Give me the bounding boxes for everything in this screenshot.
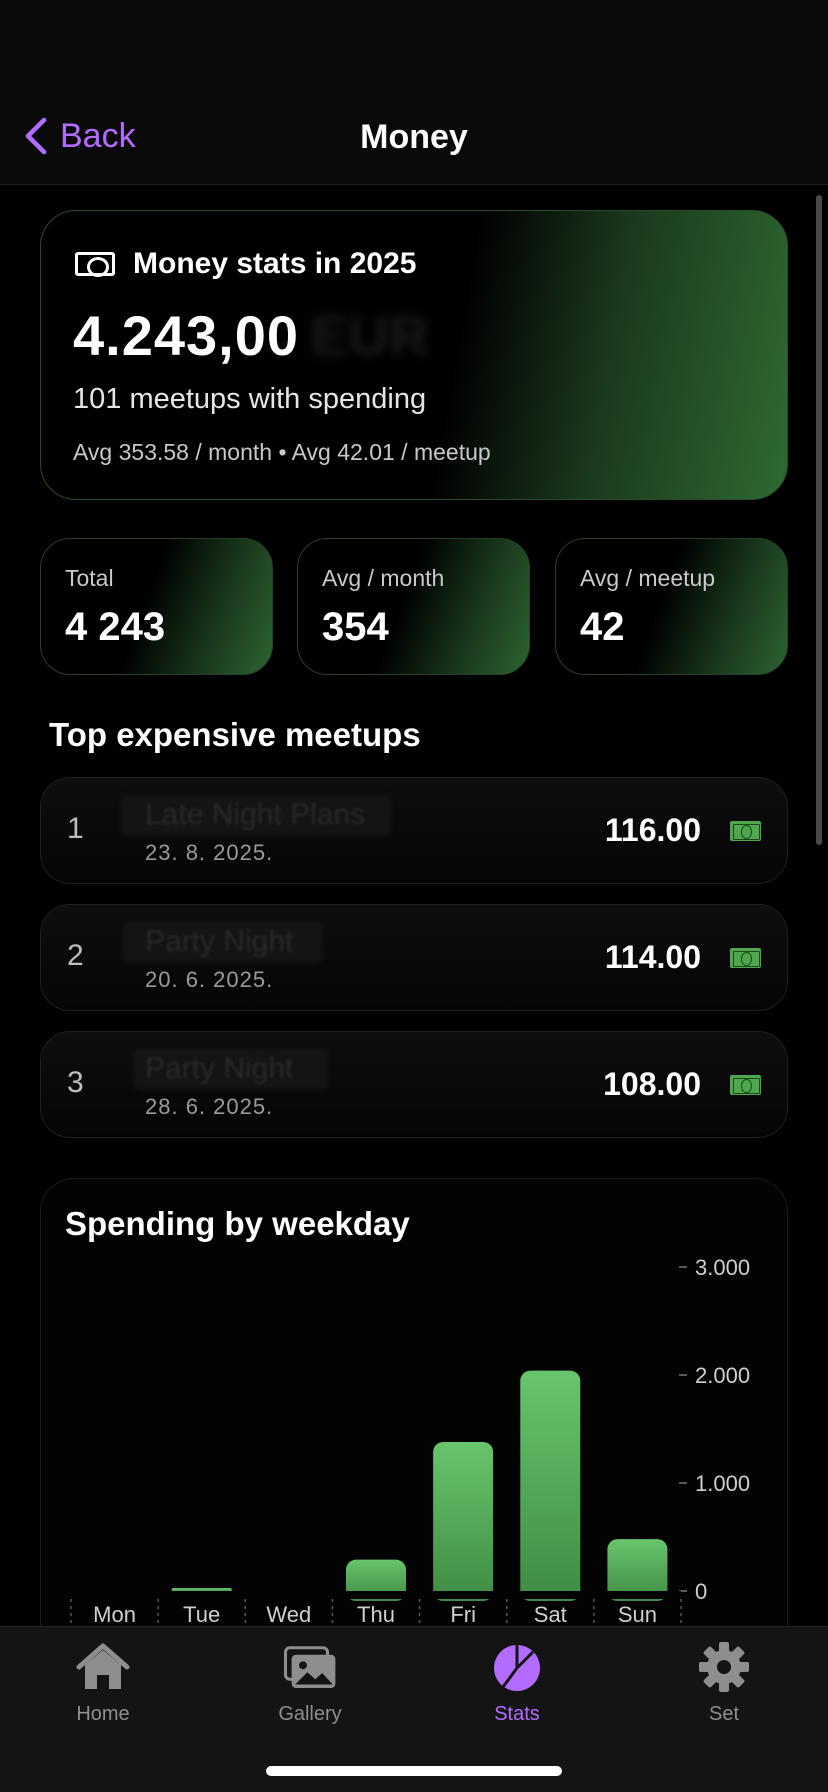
meetup-date: 20. 6. 2025. bbox=[145, 967, 274, 992]
meetup-name: Late Night Plans bbox=[145, 798, 366, 831]
meetup-rank: 2 bbox=[67, 939, 84, 972]
x-tick-label: Thu bbox=[357, 1602, 395, 1627]
bar-fri bbox=[433, 1441, 494, 1601]
x-tick-label: Fri bbox=[450, 1602, 476, 1627]
gear-icon bbox=[699, 1642, 749, 1692]
stat-label: Total bbox=[65, 565, 114, 591]
meetup-row[interactable]: 2 Party Night 20. 6. 2025. 114.00 bbox=[40, 904, 788, 1011]
money-stats-card: Money stats in 2025 4.243,00 EUR 101 mee… bbox=[40, 210, 788, 500]
tab-label: Stats bbox=[494, 1703, 540, 1725]
banknote-icon bbox=[75, 252, 115, 277]
home-indicator bbox=[266, 1766, 562, 1776]
navigation-bar: Back Money bbox=[0, 0, 828, 185]
tab-label: Home bbox=[76, 1703, 130, 1725]
y-tick-label: 3.000 bbox=[695, 1255, 750, 1280]
meetup-rank: 1 bbox=[67, 812, 84, 845]
pie-chart-icon bbox=[494, 1645, 540, 1691]
scroll-indicator[interactable] bbox=[816, 195, 822, 845]
tab-stats[interactable]: Stats bbox=[442, 1641, 592, 1726]
x-tick-label: Wed bbox=[266, 1602, 311, 1627]
weekday-bar-chart: 0 1.000 2.000 3.000 Mon Tue Wed Thu Fri Sat Sun bbox=[70, 1255, 750, 1631]
tab-gallery[interactable]: Gallery bbox=[235, 1641, 385, 1726]
bar-sat bbox=[520, 1370, 581, 1601]
banknote-icon bbox=[730, 821, 761, 841]
tab-home[interactable]: Home bbox=[28, 1641, 178, 1726]
stat-tile-total: Total 4 243 bbox=[40, 538, 273, 675]
stat-value: 354 bbox=[322, 605, 389, 649]
banknote-icon bbox=[730, 1075, 761, 1095]
meetup-date: 28. 6. 2025. bbox=[145, 1094, 274, 1119]
hero-title: Money stats in 2025 bbox=[133, 247, 417, 280]
tab-label: Gallery bbox=[278, 1703, 342, 1725]
x-tick-label: Mon bbox=[93, 1602, 136, 1627]
meetup-date: 23. 8. 2025. bbox=[145, 840, 274, 865]
photos-icon bbox=[283, 1646, 336, 1688]
meetup-rank: 3 bbox=[67, 1066, 84, 1099]
hero-subtitle: 101 meetups with spending bbox=[73, 383, 427, 415]
x-tick-label: Sun bbox=[618, 1602, 657, 1627]
tab-label: Set bbox=[708, 1703, 740, 1725]
baseline-mask bbox=[71, 1591, 681, 1599]
hero-currency: EUR bbox=[311, 304, 430, 367]
stat-label: Avg / meetup bbox=[580, 565, 716, 591]
stat-value: 4 243 bbox=[65, 605, 166, 649]
x-tick-label: Sat bbox=[534, 1602, 567, 1627]
meetup-name: Party Night bbox=[145, 925, 294, 958]
x-tick-label: Tue bbox=[183, 1602, 220, 1627]
hero-header: Money stats in 2025 bbox=[75, 247, 416, 281]
page-title: Money bbox=[360, 118, 468, 156]
section-title-top-meetups: Top expensive meetups bbox=[49, 716, 421, 753]
hero-averages: Avg 353.58 / month • Avg 42.01 / meetup bbox=[73, 439, 491, 465]
y-tick-label: 0 bbox=[695, 1579, 707, 1604]
meetup-row[interactable]: 1 Late Night Plans 23. 8. 2025. 116.00 bbox=[40, 777, 788, 884]
meetup-amount: 116.00 bbox=[604, 812, 701, 848]
tab-settings[interactable]: Set bbox=[649, 1641, 799, 1726]
stat-tile-avg-meetup: Avg / meetup 42 bbox=[555, 538, 788, 675]
stat-label: Avg / month bbox=[322, 565, 445, 591]
meetup-amount: 108.00 bbox=[603, 1066, 701, 1102]
meetup-name: Party Night bbox=[145, 1052, 294, 1085]
stat-value: 42 bbox=[580, 605, 625, 649]
stat-tile-avg-month: Avg / month 354 bbox=[297, 538, 530, 675]
hero-amount: 4.243,00 bbox=[73, 304, 299, 367]
banknote-icon bbox=[730, 948, 761, 968]
meetup-row[interactable]: 3 Party Night 28. 6. 2025. 108.00 bbox=[40, 1031, 788, 1138]
meetup-amount: 114.00 bbox=[604, 939, 701, 975]
house-icon bbox=[76, 1643, 130, 1689]
y-tick-label: 2.000 bbox=[695, 1363, 750, 1388]
y-tick-label: 1.000 bbox=[695, 1471, 750, 1496]
